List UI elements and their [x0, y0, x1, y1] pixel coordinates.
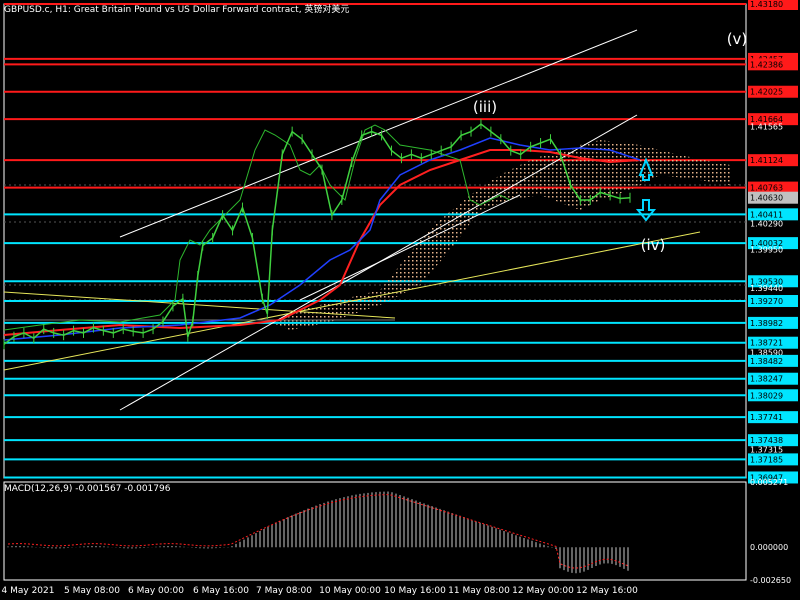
time-axis-label: 7 May 08:00: [256, 586, 312, 596]
chart-title: GBPUSD.c, H1: Great Britain Pound vs US …: [4, 5, 350, 15]
axis-price-label: 1.40411: [750, 210, 783, 219]
axis-price-label: 1.39440: [750, 284, 783, 293]
time-axis-label: 12 May 16:00: [576, 586, 638, 596]
time-axis-label: 5 May 08:00: [64, 586, 120, 596]
down-arrow-icon[interactable]: [635, 199, 657, 222]
time-axis-label: 6 May 16:00: [193, 586, 249, 596]
wave-label: (v): [727, 30, 748, 48]
axis-price-label: 1.38721: [750, 339, 783, 348]
axis-price-label: 1.38247: [750, 375, 783, 384]
macd-title: MACD(12,26,9) -0.001567 -0.001796: [4, 484, 171, 494]
time-axis-label: 6 May 00:00: [128, 586, 184, 596]
axis-price-label: 1.38029: [750, 391, 783, 400]
time-axis-label: 12 May 00:00: [512, 586, 574, 596]
axis-price-label: 1.43180: [750, 0, 783, 9]
chart-window[interactable]: (iii)(iv)(v)1.431801.424571.423861.42025…: [0, 0, 800, 600]
time-axis-label: 11 May 08:00: [448, 586, 510, 596]
axis-price-label: 1.37741: [750, 413, 783, 422]
axis-price-label: 1.40630: [750, 194, 783, 203]
wave-label: (iii): [473, 98, 497, 116]
price-chart-svg[interactable]: (iii)(iv)(v)1.431801.424571.423861.42025…: [0, 0, 800, 600]
axis-price-label: 1.42386: [750, 60, 783, 69]
axis-price-label: 1.37438: [750, 436, 783, 445]
axis-price-label: 1.40290: [750, 220, 783, 229]
macd-signal-line: [7, 494, 629, 569]
time-axis-label: 10 May 16:00: [384, 586, 446, 596]
axis-price-label: 1.37315: [750, 446, 783, 455]
macd-axis-label: -0.002650: [750, 576, 791, 585]
axis-price-label: 1.37185: [750, 455, 783, 464]
axis-price-label: 1.41124: [750, 156, 783, 165]
time-axis-label: 10 May 00:00: [319, 586, 381, 596]
axis-price-label: 1.39950: [750, 245, 783, 254]
macd-axis-label: 0.000000: [750, 543, 788, 552]
axis-price-label: 1.41565: [750, 123, 783, 132]
macd-axis-label: 0.005271: [750, 478, 788, 487]
time-axis-label: 4 May 2021: [2, 586, 55, 596]
axis-price-label: 1.40763: [750, 184, 783, 193]
wave-label: (iv): [641, 236, 666, 254]
axis-price-label: 1.38982: [750, 319, 783, 328]
macd-plot-frame: [3, 481, 747, 581]
axis-price-label: 1.38482: [750, 357, 783, 366]
axis-price-label: 1.42025: [750, 88, 783, 97]
price-plot-frame: [3, 3, 747, 479]
axis-price-label: 1.39270: [750, 297, 783, 306]
